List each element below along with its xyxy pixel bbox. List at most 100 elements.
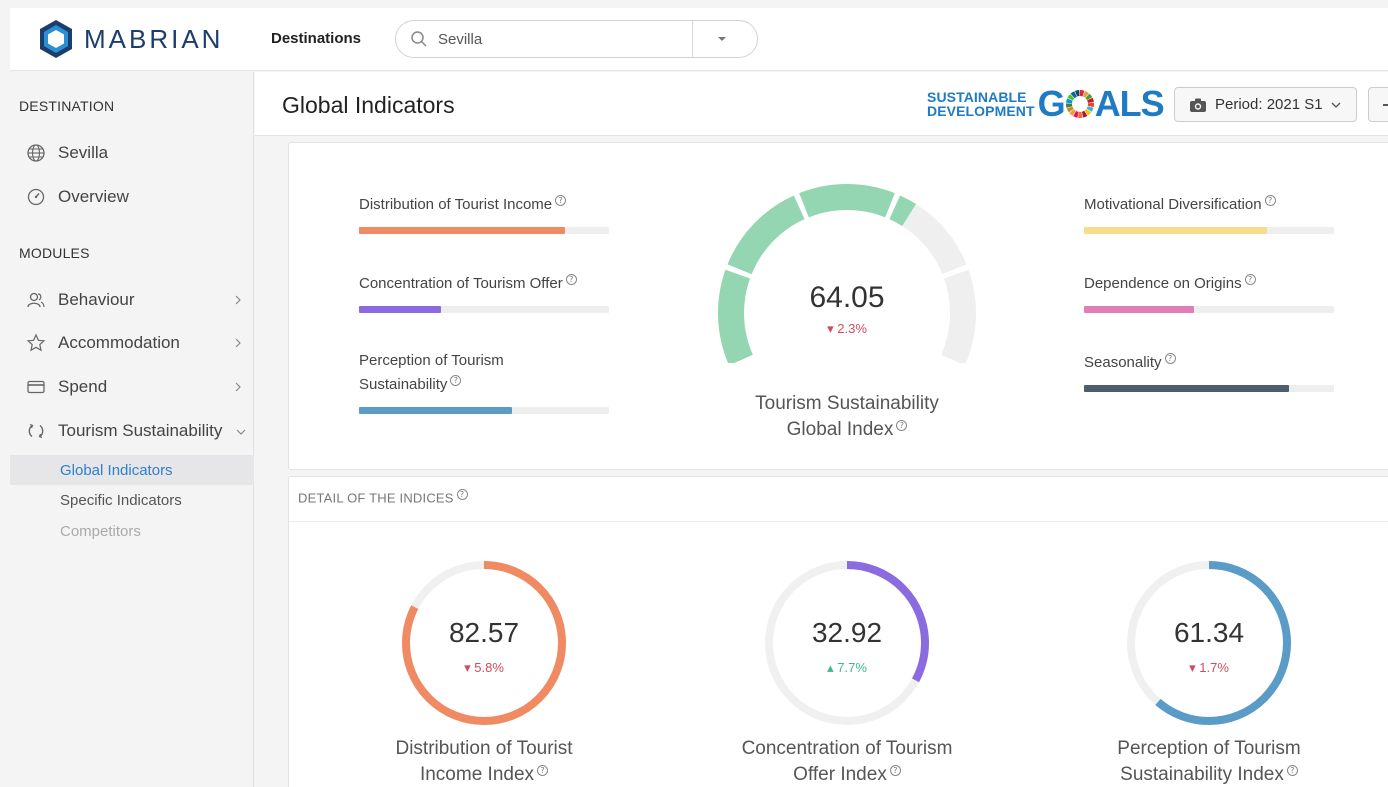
top-bar: MABRIAN Destinations — [10, 8, 1388, 71]
sdg-wheel-segment — [1067, 94, 1075, 101]
camera-icon — [1190, 98, 1206, 112]
donut-label-line2: Income Index — [419, 764, 535, 785]
sdg-wheel-segment — [1081, 110, 1088, 118]
help-icon[interactable]: ? — [1164, 353, 1176, 364]
gauge-segment-fill — [727, 195, 805, 275]
chevron-right-icon — [235, 382, 241, 392]
sdg-wheel-segment — [1079, 90, 1085, 97]
sdg-wheel-segment — [1066, 106, 1074, 113]
sidebar-item-label: Overview — [58, 187, 129, 206]
page-title: Global Indicators — [282, 92, 455, 118]
indicator-bar-fill — [359, 227, 566, 234]
sidebar-subitem-global-indicators[interactable]: Global Indicators — [10, 455, 254, 485]
sidebar-subitem-competitors: Competitors — [60, 522, 141, 540]
period-label: Period: 2021 S1 — [1215, 96, 1323, 113]
indicator-dependence-on-origins: Dependence on Origins? — [1084, 272, 1334, 313]
help-icon[interactable]: ? — [555, 195, 567, 206]
mabrian-logo-icon — [40, 20, 72, 58]
gauge-segment-fill — [889, 195, 917, 227]
sidebar-subitem-specific-indicators[interactable]: Specific Indicators — [10, 485, 254, 515]
cycle-icon — [28, 423, 44, 439]
section-divider — [289, 521, 1388, 522]
donut-change: ▴ 7.7% — [757, 660, 937, 676]
sidebar-item-tourism-sustainability[interactable]: Tourism Sustainability — [26, 416, 246, 446]
global-index-change: ▾ 2.3% — [709, 321, 985, 337]
donut-label-line1: Distribution of Tourist — [395, 738, 573, 759]
indicator-distribution-tourist-income: Distribution of Tourist Income? — [359, 193, 609, 234]
brand-logo[interactable]: MABRIAN — [38, 18, 223, 60]
sidebar-item-accommodation[interactable]: Accommodation — [26, 328, 246, 358]
sdg-wheel-segment — [1086, 97, 1094, 103]
destinations-nav-link[interactable]: Destinations — [271, 30, 361, 47]
indicator-bar-track — [1084, 385, 1334, 392]
sidebar-item-sevilla[interactable]: Sevilla — [26, 138, 246, 168]
sdg-line2: DEVELOPMENT — [927, 103, 1035, 119]
global-index-label: Tourism Sustainability Global Index? — [709, 391, 985, 443]
sidebar-item-label: Sevilla — [58, 143, 109, 162]
help-icon[interactable]: ? — [896, 419, 908, 431]
indicator-bar-fill — [359, 407, 513, 414]
help-icon[interactable]: ? — [1264, 195, 1276, 206]
help-icon[interactable]: ? — [1286, 764, 1298, 776]
indicator-bar-track — [359, 227, 609, 234]
download-icon — [1383, 104, 1388, 106]
search-divider — [692, 21, 693, 57]
indicator-perception-tourism-sustainability: Perception of Tourism Sustainability? — [359, 349, 609, 414]
indicator-bar-track — [359, 306, 609, 313]
period-selector-button[interactable]: Period: 2021 S1 — [1174, 87, 1357, 122]
indicator-bar-track — [359, 407, 609, 414]
search-input[interactable] — [438, 30, 678, 48]
help-icon[interactable]: ? — [537, 764, 549, 776]
donut-change-value: 5.8% — [474, 660, 504, 675]
help-icon[interactable]: ? — [456, 489, 468, 500]
sdg-wheel-segment — [1070, 91, 1077, 99]
dropdown-caret-icon[interactable] — [716, 34, 728, 44]
download-button[interactable] — [1368, 87, 1388, 122]
star-icon — [26, 333, 46, 352]
donut-label: Perception of Tourism Sustainability Ind… — [1079, 736, 1339, 787]
donut-label-line2: Sustainability Index — [1120, 764, 1284, 785]
help-icon[interactable]: ? — [1244, 274, 1256, 285]
help-icon[interactable]: ? — [889, 764, 901, 776]
donut-value: 32.92 — [811, 617, 883, 648]
indicator-motivational-diversification: Motivational Diversification? — [1084, 193, 1334, 234]
chevron-down-icon — [1331, 102, 1341, 108]
help-icon[interactable]: ? — [450, 375, 462, 386]
globe-icon — [27, 144, 45, 162]
people-icon — [27, 292, 45, 308]
indicator-bar-track — [1084, 227, 1334, 234]
sidebar-item-overview[interactable]: Overview — [26, 182, 246, 212]
donut-value: 82.57 — [448, 617, 520, 648]
search-icon — [411, 31, 427, 47]
chevron-down-icon — [236, 429, 246, 435]
sdg-wheel-segment — [1072, 110, 1079, 118]
indicator-bar-fill — [1084, 385, 1289, 392]
caret-down-icon: ▾ — [827, 321, 834, 336]
gauge-segment-fill — [799, 184, 895, 218]
sdg-big-suffix: ALS — [1094, 83, 1165, 124]
sidebar-item-spend[interactable]: Spend — [26, 372, 246, 402]
donut-label-line1: Perception of Tourism — [1117, 738, 1301, 759]
donut-value: 61.34 — [1173, 617, 1245, 648]
sidebar-item-label: Tourism Sustainability — [58, 421, 223, 440]
indicator-bar-track — [1084, 306, 1334, 313]
sidebar-item-label: Behaviour — [58, 290, 135, 309]
global-indicators-card: Distribution of Tourist Income? Concentr… — [288, 142, 1388, 470]
sidebar-item-label: Spend — [58, 377, 108, 396]
sdg-wheel-segment — [1084, 93, 1092, 101]
global-index-change-value: 2.3% — [837, 321, 867, 336]
destination-search[interactable] — [395, 20, 758, 58]
modules-section-title: MODULES — [19, 245, 90, 261]
sdg-line1: SUSTAINABLE — [927, 89, 1027, 105]
detail-section-title: DETAIL OF THE INDICES? — [298, 489, 468, 505]
donut-change-value: 7.7% — [837, 660, 867, 675]
sidebar-item-behaviour[interactable]: Behaviour — [26, 285, 246, 315]
indicator-bar-fill — [1084, 306, 1194, 313]
help-icon[interactable]: ? — [565, 274, 577, 285]
indicator-seasonality: Seasonality? — [1084, 351, 1334, 392]
indicator-label: Seasonality — [1084, 354, 1162, 371]
indicator-label: Concentration of Tourism Offer — [359, 275, 563, 292]
donut-label: Concentration of Tourism Offer Index? — [717, 736, 977, 787]
donut-label-line2: Offer Index — [793, 764, 887, 785]
sdg-wheel-segment — [1074, 90, 1080, 97]
